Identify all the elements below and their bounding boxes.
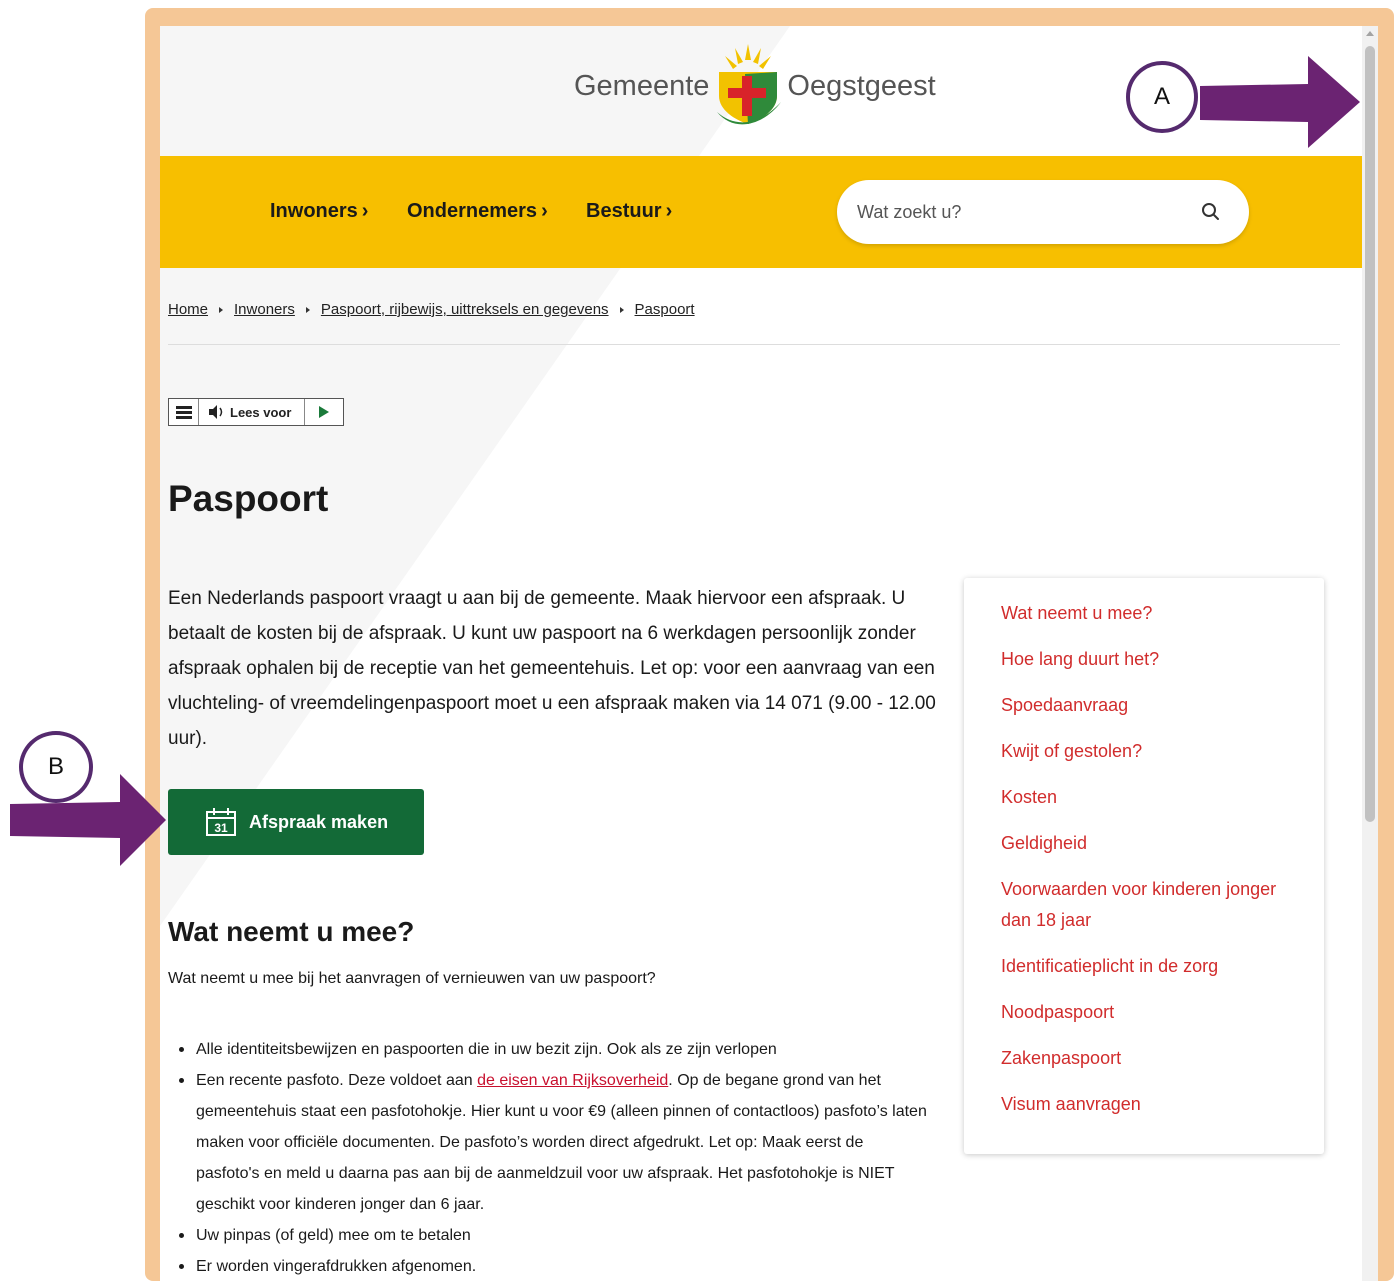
section-subtitle: Wat neemt u mee bij het aanvragen of ver… [168, 970, 656, 987]
breadcrumb-paspoort[interactable]: Paspoort [635, 301, 695, 318]
chevron-right-icon: › [541, 200, 548, 222]
appointment-label: Afspraak maken [249, 811, 389, 832]
chevron-right-icon: › [665, 200, 673, 222]
logo-text-left: Gemeente [574, 69, 710, 102]
nav-label: Inwoners [270, 200, 358, 222]
toc-link[interactable]: Wat neemt u mee? [1001, 598, 1301, 629]
breadcrumb-inwoners[interactable]: Inwoners [234, 301, 295, 318]
nav-item-inwoners[interactable]: Inwoners › [270, 200, 368, 223]
main-nav: Inwoners › Ondernemers › Bestuur › [160, 156, 1362, 268]
toc-link[interactable]: Identificatieplicht in de zorg [1001, 951, 1301, 982]
calendar-icon: 31 [206, 808, 236, 836]
table-of-contents: Wat neemt u mee? Hoe lang duurt het? Spo… [964, 578, 1324, 1154]
site-logo[interactable]: Gemeente Oegstgeest [574, 40, 936, 132]
toc-link[interactable]: Geldigheid [1001, 828, 1301, 859]
nav-item-bestuur[interactable]: Bestuur › [586, 200, 672, 223]
toc-link[interactable]: Visum aanvragen [1001, 1089, 1301, 1120]
logo-text-right: Oegstgeest [787, 69, 936, 102]
breadcrumb-home[interactable]: Home [168, 301, 208, 318]
breadcrumb-separator-icon [619, 306, 624, 313]
read-aloud-widget: Lees voor [168, 398, 344, 426]
nav-label: Bestuur [586, 200, 662, 222]
speaker-icon [209, 405, 223, 419]
list-item: Er worden vingerafdrukken afgenomen. [168, 1251, 928, 1281]
browser-page: Gemeente Oegstgeest Inwoners › Ondernemer… [160, 26, 1378, 1281]
annotation-marker-b: B [19, 731, 93, 803]
read-aloud-button[interactable]: Lees voor [199, 399, 305, 425]
intro-text: Een Nederlands paspoort vraagt u aan bij… [168, 588, 936, 749]
nav-item-ondernemers[interactable]: Ondernemers › [407, 200, 548, 223]
list-item: Uw pinpas (of geld) mee om te betalen [168, 1220, 928, 1251]
menu-icon[interactable] [169, 399, 199, 425]
coat-of-arms-icon [717, 44, 782, 125]
toc-link[interactable]: Kosten [1001, 782, 1301, 813]
scrollbar-thumb[interactable] [1365, 46, 1375, 822]
section-heading: Wat neemt u mee? [168, 916, 415, 947]
toc-link[interactable]: Zakenpaspoort [1001, 1043, 1301, 1074]
bring-list: Alle identiteitsbewijzen en paspoorten d… [168, 1034, 928, 1281]
breadcrumb-separator-icon [219, 306, 224, 313]
breadcrumb: Home Inwoners Paspoort, rijbewijs, uittr… [168, 301, 695, 318]
list-item: Alle identiteitsbewijzen en paspoorten d… [168, 1034, 928, 1065]
play-icon [319, 406, 329, 418]
read-aloud-label: Lees voor [230, 404, 292, 420]
page-title: Paspoort [168, 478, 329, 519]
scroll-up-arrow-icon[interactable] [1366, 31, 1374, 36]
vertical-scrollbar[interactable] [1362, 26, 1378, 1281]
annotation-marker-a: A [1126, 61, 1198, 133]
annotation-arrow-a-icon [1200, 56, 1360, 148]
nav-label: Ondernemers [407, 200, 538, 222]
toc-link[interactable]: Hoe lang duurt het? [1001, 644, 1301, 675]
search-input[interactable] [857, 198, 1177, 226]
make-appointment-button[interactable]: 31 Afspraak maken [168, 789, 424, 855]
search-icon[interactable] [1199, 200, 1223, 224]
toc-link[interactable]: Spoedaanvraag [1001, 690, 1301, 721]
calendar-day: 31 [214, 821, 228, 835]
toc-link[interactable]: Noodpaspoort [1001, 997, 1301, 1028]
search-box [837, 180, 1249, 244]
divider [168, 344, 1340, 345]
toc-link[interactable]: Kwijt of gestolen? [1001, 736, 1301, 767]
breadcrumb-paspoort-rijbewijs[interactable]: Paspoort, rijbewijs, uittreksels en gege… [321, 301, 609, 318]
rijksoverheid-link[interactable]: de eisen van Rijksoverheid [477, 1072, 668, 1089]
chevron-right-icon: › [361, 200, 369, 222]
breadcrumb-separator-icon [305, 306, 310, 313]
list-item: Een recente pasfoto. Deze voldoet aan de… [168, 1065, 928, 1220]
toc-link[interactable]: Voorwaarden voor kinderen jonger dan 18 … [1001, 874, 1301, 936]
play-button[interactable] [305, 399, 343, 425]
